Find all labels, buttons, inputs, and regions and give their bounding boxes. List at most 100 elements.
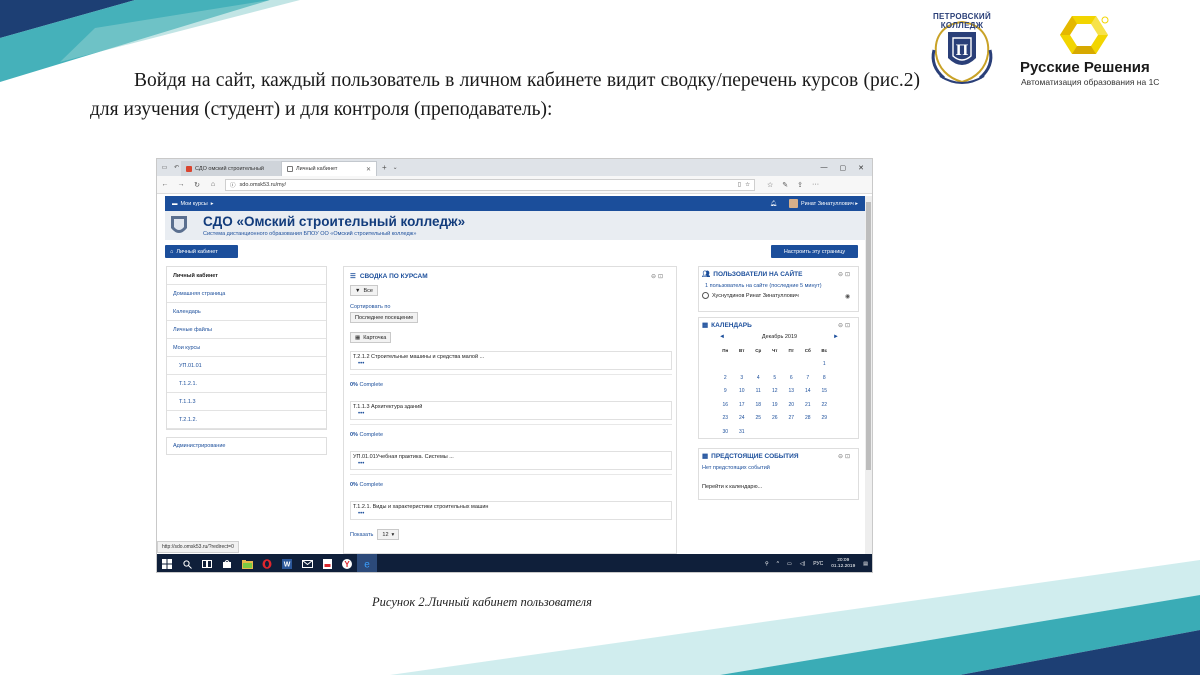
sidebar-item-course[interactable]: Т.1.2.1. xyxy=(167,375,326,393)
close-tab-icon[interactable]: ✕ xyxy=(366,166,371,173)
course-menu-icon[interactable]: ••• xyxy=(350,411,672,420)
tab-preview-icon[interactable]: ▭ xyxy=(160,163,169,172)
url-input[interactable]: ⓘ sdo.omsk53.ru/my/ ▯ ☆ xyxy=(225,178,755,191)
people-icon[interactable]: ⚲ xyxy=(765,561,769,567)
file-explorer-icon[interactable] xyxy=(237,554,257,572)
search-icon[interactable] xyxy=(177,554,197,572)
reading-view-icon[interactable]: ▯ xyxy=(738,181,741,188)
pdf-icon[interactable] xyxy=(317,554,337,572)
calendar-day[interactable]: 9 xyxy=(717,388,734,394)
notifications-icon[interactable]: ▤ xyxy=(863,561,868,567)
windows-start-icon[interactable] xyxy=(157,554,177,572)
sidebar-item-administration[interactable]: Администрирование xyxy=(166,437,327,455)
calendar-day[interactable]: 29 xyxy=(816,415,833,421)
tab-back-icon[interactable]: ↶ xyxy=(172,163,181,172)
course-card[interactable]: УП.01.01Учебная практика. Системы ... ••… xyxy=(350,451,672,488)
calendar-day[interactable]: 23 xyxy=(717,415,734,421)
page-scrollbar[interactable] xyxy=(865,196,872,554)
browser-tab-sdo[interactable]: СДО омский строительный xyxy=(181,161,281,176)
forward-arrow-icon[interactable]: → xyxy=(177,181,185,188)
calendar-day[interactable]: 4 xyxy=(750,375,767,381)
sidebar-item-course[interactable]: УП.01.01 xyxy=(167,357,326,375)
store-icon[interactable] xyxy=(217,554,237,572)
calendar-day[interactable]: 16 xyxy=(717,402,734,408)
calendar-day[interactable]: 26 xyxy=(767,415,784,421)
share-icon[interactable]: ⇪ xyxy=(797,181,803,189)
customize-page-button[interactable]: Настроить эту страницу xyxy=(771,245,858,258)
opera-icon[interactable] xyxy=(257,554,277,572)
task-view-icon[interactable] xyxy=(197,554,217,572)
calendar-day[interactable]: 24 xyxy=(734,415,751,421)
calendar-day[interactable]: 13 xyxy=(783,388,800,394)
block-controls[interactable]: ⊖⊡ xyxy=(651,273,665,280)
block-controls[interactable]: ⊖⊡ xyxy=(838,453,852,460)
calendar-day[interactable]: 30 xyxy=(717,429,734,435)
sidebar-item-my-courses[interactable]: Мои курсы xyxy=(167,339,326,357)
course-name[interactable]: Т.1.1.3 Архитектура зданий xyxy=(350,401,672,412)
calendar-day[interactable]: 27 xyxy=(783,415,800,421)
chevron-down-icon[interactable]: ⌄ xyxy=(393,164,398,171)
sidebar-item-course[interactable]: Т.2.1.2. xyxy=(167,411,326,429)
course-card[interactable]: Т.2.1.2 Строительные машины и средства м… xyxy=(350,351,672,388)
calendar-day[interactable]: 21 xyxy=(800,402,817,408)
calendar-day[interactable]: 7 xyxy=(800,375,817,381)
maximize-icon[interactable]: ▢ xyxy=(840,164,847,172)
calendar-day[interactable]: 2 xyxy=(717,375,734,381)
calendar-day[interactable]: 18 xyxy=(750,402,767,408)
home-icon[interactable]: ⌂ xyxy=(209,181,217,188)
my-courses-menu[interactable]: ▬ Мои курсы ▸ xyxy=(172,201,214,207)
calendar-day[interactable]: 5 xyxy=(767,375,784,381)
sidebar-item-files[interactable]: Личные файлы xyxy=(167,321,326,339)
yandex-browser-icon[interactable]: Y xyxy=(337,554,357,572)
go-to-calendar-link[interactable]: Перейти к календарю... xyxy=(702,484,762,490)
new-tab-icon[interactable]: + xyxy=(382,163,387,172)
favorite-star-icon[interactable]: ☆ xyxy=(745,182,750,188)
notes-icon[interactable]: ✎ xyxy=(782,181,788,189)
minimize-icon[interactable]: — xyxy=(821,164,828,172)
scrollbar-thumb[interactable] xyxy=(866,202,871,470)
volume-icon[interactable]: ◁) xyxy=(800,561,806,567)
course-name[interactable]: Т.1.2.1. Виды и характеристики строитель… xyxy=(350,501,672,512)
course-menu-icon[interactable]: ••• xyxy=(350,461,672,470)
course-name[interactable]: Т.2.1.2 Строительные машины и средства м… xyxy=(350,351,672,362)
course-card[interactable]: Т.1.1.3 Архитектура зданий ••• 0% Comple… xyxy=(350,401,672,438)
personal-cabinet-button[interactable]: ⌂ Личный кабинет xyxy=(165,245,238,258)
network-icon[interactable]: ▭ xyxy=(787,561,792,567)
sort-dropdown[interactable]: Последнее посещение xyxy=(350,312,419,323)
block-controls[interactable]: ⊖⊡ xyxy=(838,271,852,278)
calendar-day[interactable]: 31 xyxy=(734,429,751,435)
browser-tab-cabinet[interactable]: Личный кабинет ✕ xyxy=(281,161,377,176)
page-size-dropdown[interactable]: 12 ▾ xyxy=(377,529,400,540)
word-icon[interactable]: W xyxy=(277,554,297,572)
sidebar-item-home[interactable]: Домашняя страница xyxy=(167,285,326,303)
calendar-day[interactable]: 25 xyxy=(750,415,767,421)
filter-dropdown[interactable]: ▼ Все xyxy=(350,285,378,296)
mail-icon[interactable] xyxy=(297,554,317,572)
user-menu[interactable]: Ринат Зинатуллович ▸ xyxy=(788,199,858,208)
calendar-day[interactable]: 1 xyxy=(816,361,833,367)
sidebar-item-calendar[interactable]: Календарь xyxy=(167,303,326,321)
sidebar-item-course[interactable]: Т.1.1.3 xyxy=(167,393,326,411)
keyboard-language[interactable]: РУС xyxy=(813,561,823,567)
course-menu-icon[interactable]: ••• xyxy=(350,361,672,370)
edge-icon[interactable]: e xyxy=(357,554,377,572)
calendar-day[interactable]: 17 xyxy=(734,402,751,408)
eye-icon[interactable]: ◉ xyxy=(845,293,850,300)
calendar-day[interactable]: 10 xyxy=(734,388,751,394)
close-window-icon[interactable]: ✕ xyxy=(858,164,864,172)
next-month-icon[interactable]: ► xyxy=(833,334,839,340)
favorites-icon[interactable]: ☆ xyxy=(767,181,773,189)
back-arrow-icon[interactable]: ← xyxy=(161,181,169,188)
notifications-bell-icon[interactable]: 🔔︎ xyxy=(770,201,777,207)
calendar-day[interactable]: 8 xyxy=(816,375,833,381)
calendar-day[interactable]: 11 xyxy=(750,388,767,394)
calendar-day[interactable]: 22 xyxy=(816,402,833,408)
course-name[interactable]: УП.01.01Учебная практика. Системы ... xyxy=(350,451,672,462)
calendar-day[interactable]: 20 xyxy=(783,402,800,408)
taskbar-clock[interactable]: 20:09 01.12.2019 xyxy=(831,558,855,570)
calendar-day[interactable]: 15 xyxy=(816,388,833,394)
calendar-day[interactable]: 12 xyxy=(767,388,784,394)
calendar-day[interactable]: 28 xyxy=(800,415,817,421)
more-icon[interactable]: ··· xyxy=(812,181,819,189)
online-user-row[interactable]: Хуснутдинов Ринат Зинатуллович ◉ xyxy=(702,292,856,300)
